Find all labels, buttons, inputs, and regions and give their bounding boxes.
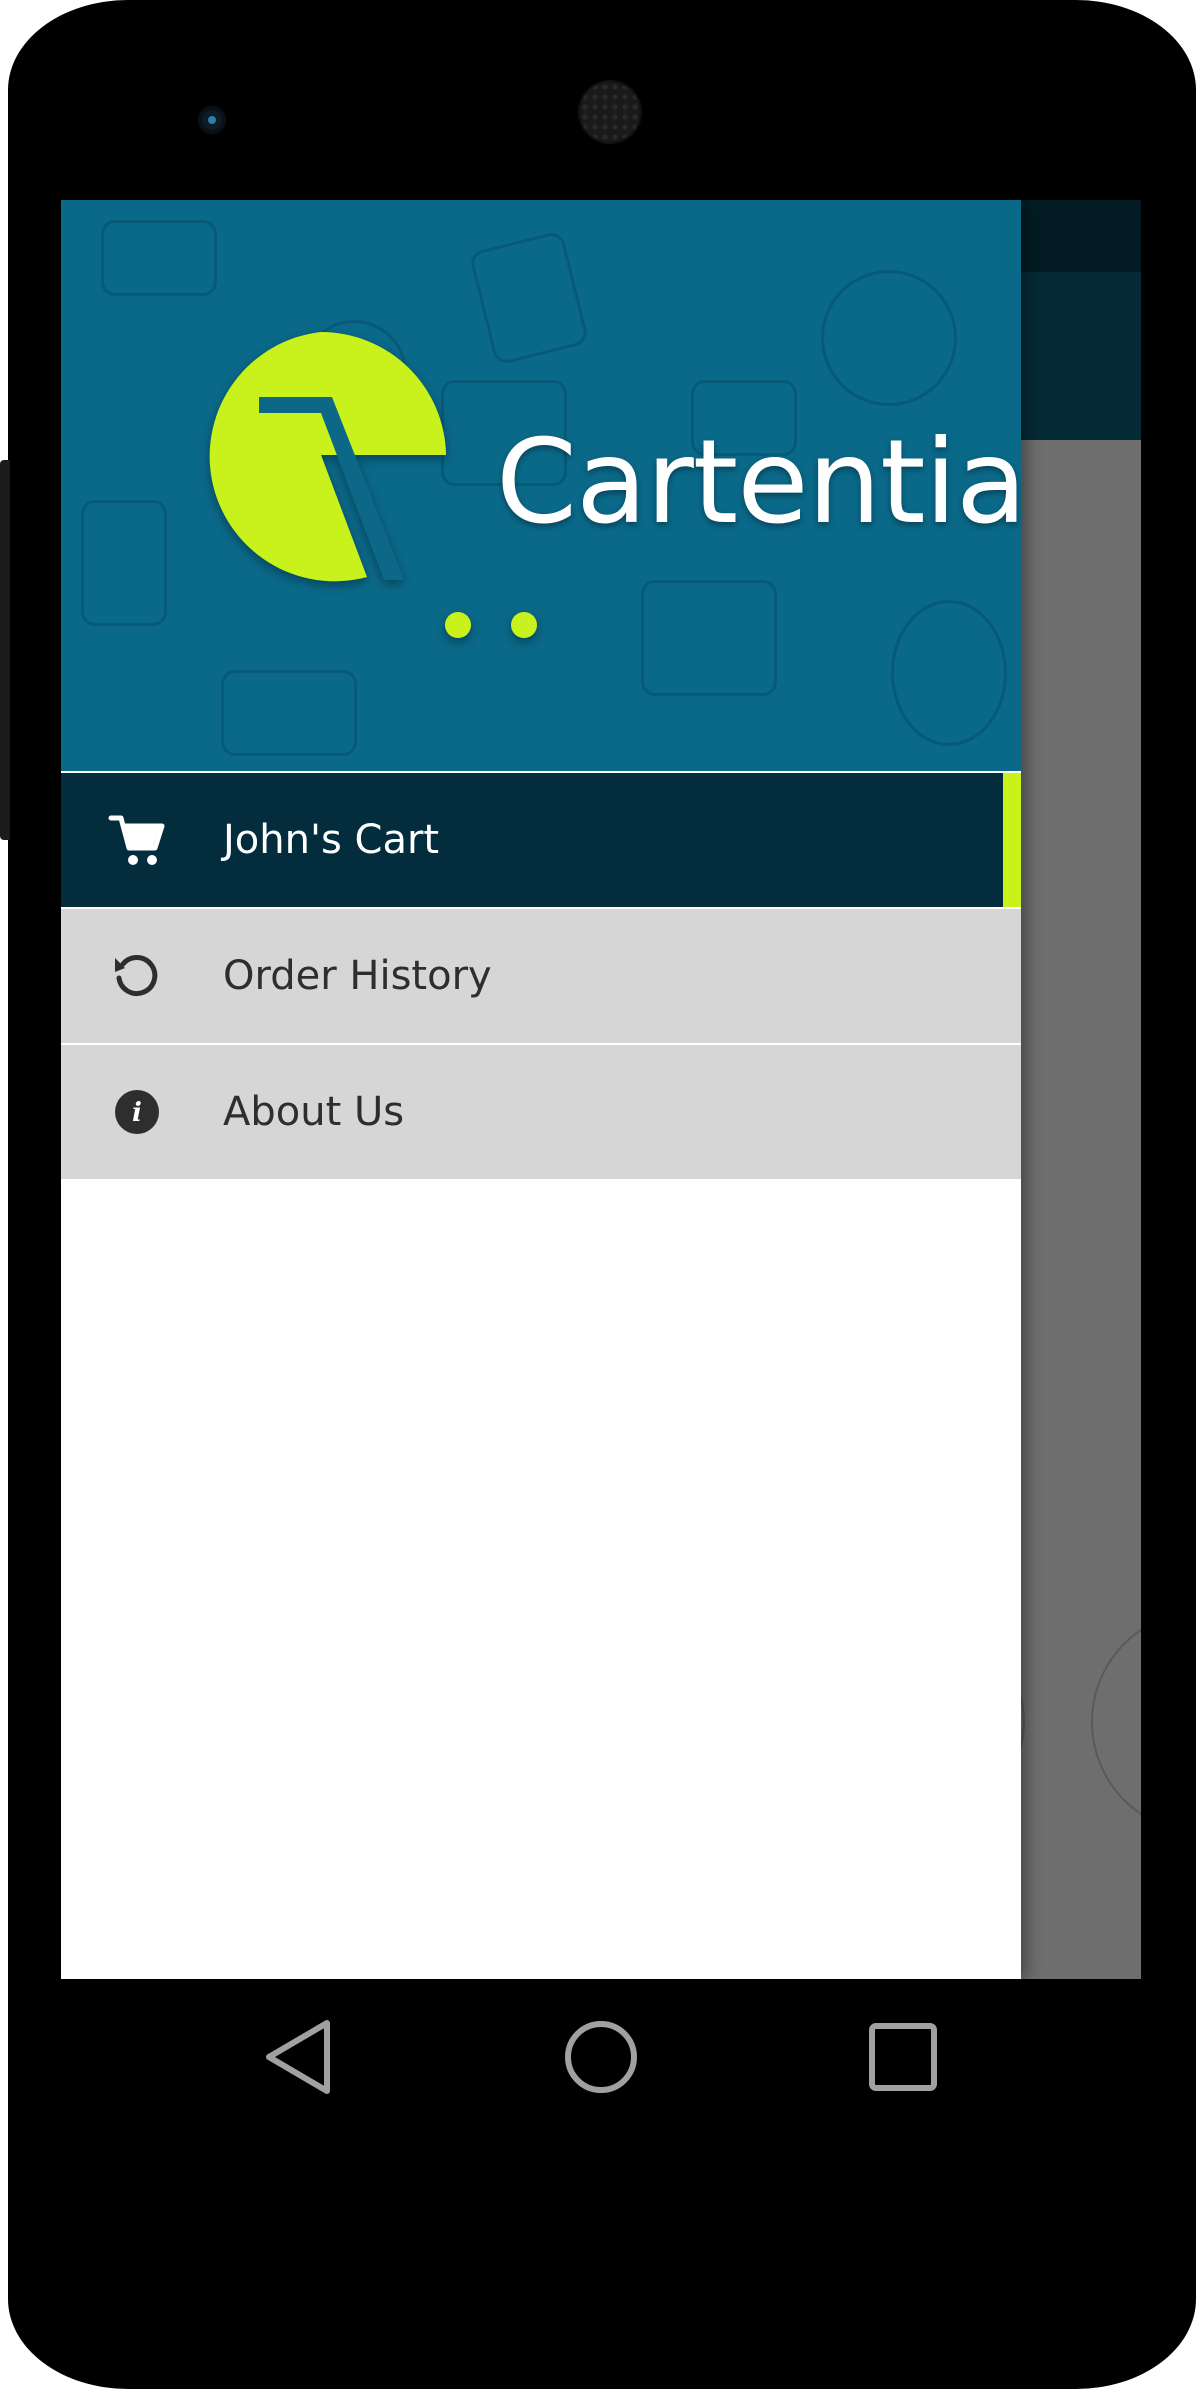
front-camera <box>198 106 226 134</box>
side-button <box>0 460 10 840</box>
history-icon <box>105 944 169 1008</box>
drawer-header: Cartentia <box>61 200 1021 771</box>
back-button[interactable] <box>251 2007 351 2107</box>
background-doodle <box>1091 1610 1141 1834</box>
pattern-doodle <box>81 500 167 626</box>
info-icon: i <box>105 1080 169 1144</box>
earpiece-speaker <box>580 82 640 142</box>
system-nav-bar <box>61 1979 1141 2129</box>
drawer-menu: John's Cart Order History i About Us <box>61 771 1021 1179</box>
home-button[interactable] <box>551 2007 651 2107</box>
menu-item-order-history[interactable]: Order History <box>61 907 1021 1043</box>
recents-icon <box>869 2023 937 2091</box>
menu-item-label: John's Cart <box>223 817 440 863</box>
pattern-doodle <box>101 220 217 296</box>
home-icon <box>565 2021 637 2093</box>
back-icon <box>266 2020 330 2094</box>
screen: Cartentia John's Cart Order History i Ab… <box>61 200 1141 1979</box>
menu-item-label: Order History <box>223 953 492 999</box>
svg-text:i: i <box>132 1098 142 1128</box>
menu-item-about-us[interactable]: i About Us <box>61 1043 1021 1179</box>
active-indicator <box>1003 773 1021 907</box>
menu-item-label: About Us <box>223 1089 405 1135</box>
navigation-drawer: Cartentia John's Cart Order History i Ab… <box>61 200 1021 1979</box>
brand-wordmark: Cartentia <box>496 415 1021 550</box>
pattern-doodle <box>221 670 357 756</box>
recents-button[interactable] <box>853 2007 953 2107</box>
menu-item-cart[interactable]: John's Cart <box>61 771 1021 907</box>
cart-icon <box>105 808 169 872</box>
